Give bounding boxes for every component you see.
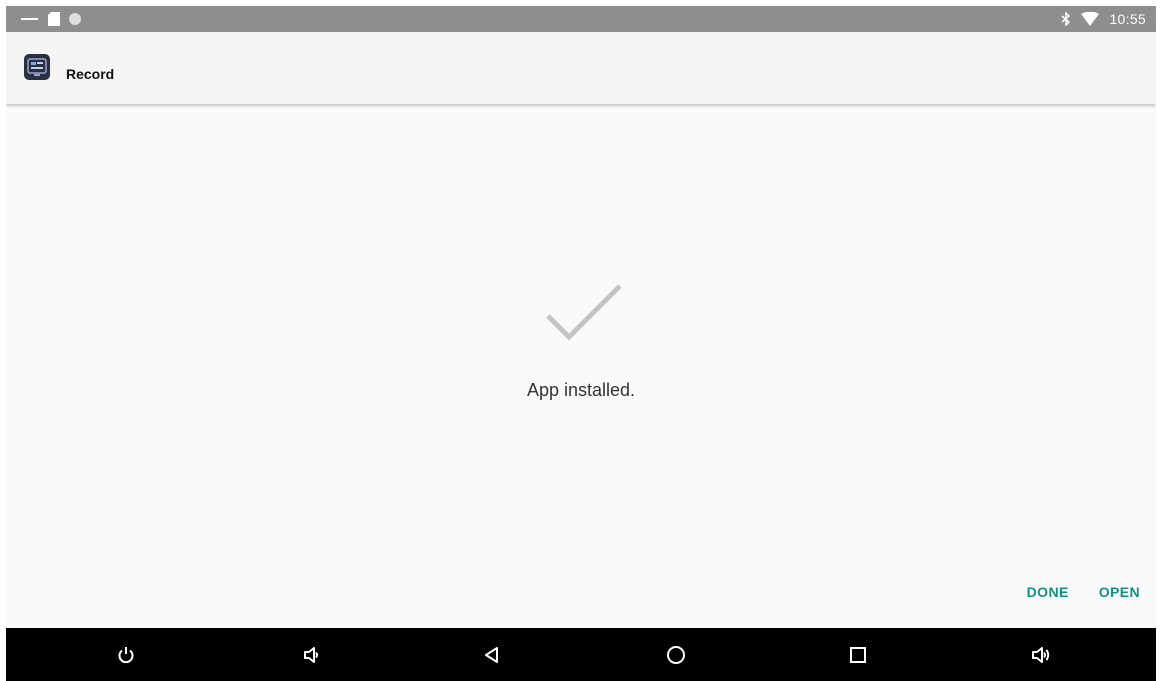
- power-icon[interactable]: [96, 628, 156, 681]
- home-icon[interactable]: [646, 628, 706, 681]
- app-title: Record: [66, 66, 115, 82]
- recents-icon[interactable]: [828, 628, 888, 681]
- wifi-icon: [1081, 12, 1100, 26]
- circle-icon: [69, 13, 81, 25]
- back-icon[interactable]: [462, 628, 522, 681]
- status-bar: 10:55: [6, 6, 1156, 32]
- screen: 10:55 Record App installed. DONE OPEN: [6, 6, 1156, 681]
- minus-icon: [21, 18, 38, 20]
- status-left-icons: [20, 6, 82, 32]
- sd-card-icon: [48, 12, 60, 26]
- volume-up-icon[interactable]: [1012, 628, 1072, 681]
- record-app-icon: [24, 54, 50, 80]
- bluetooth-icon: [1061, 12, 1071, 26]
- open-button[interactable]: OPEN: [1099, 584, 1140, 600]
- done-button[interactable]: DONE: [1027, 584, 1069, 600]
- volume-down-icon[interactable]: [282, 628, 342, 681]
- status-time: 10:55: [1109, 11, 1146, 27]
- status-right-icons: 10:55: [1061, 6, 1146, 32]
- action-buttons: DONE OPEN: [1027, 584, 1140, 600]
- install-status-message: App installed.: [526, 380, 636, 400]
- checkmark-icon: [544, 282, 624, 342]
- title-bar: Record: [6, 32, 1156, 104]
- navigation-bar: [6, 628, 1156, 681]
